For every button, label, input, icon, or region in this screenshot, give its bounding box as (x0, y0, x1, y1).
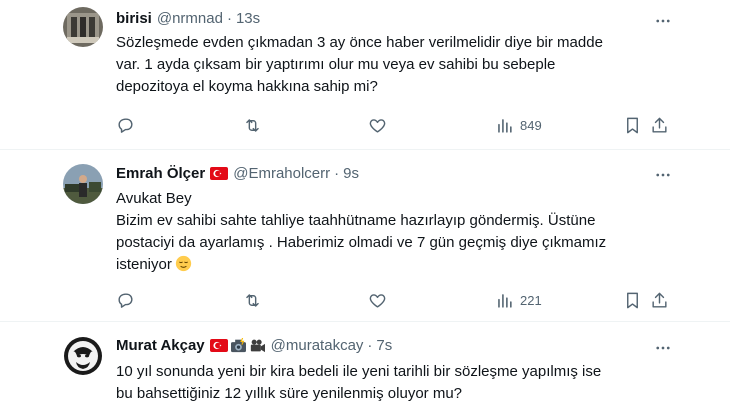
display-name[interactable]: Emrah Ölçer (116, 165, 205, 182)
tweet-text: Avukat Bey Bizim ev sahibi sahte tahliye… (116, 188, 607, 276)
separator-dot: · (334, 165, 340, 182)
user-handle[interactable]: @nrmnad (157, 10, 223, 27)
more-options-button[interactable] (652, 164, 674, 186)
share-button[interactable] (650, 291, 669, 310)
retweet-button[interactable] (243, 116, 262, 135)
tweet-header: birisi @nrmnad · 13s (116, 10, 260, 27)
views-chart-icon (498, 294, 512, 308)
views-button[interactable]: 849 (495, 116, 542, 135)
separator-dot: · (226, 10, 232, 27)
tweet-line: isteniyor (116, 256, 172, 273)
bookmark-button[interactable] (623, 116, 642, 135)
avatar[interactable] (63, 7, 103, 47)
tweet-1[interactable]: birisi @nrmnad · 13s Sözleşmede evden çı… (0, 0, 730, 150)
like-button[interactable] (368, 291, 387, 310)
separator-dot: · (367, 337, 373, 354)
tweet-line: depozitoya el koyma hakkına sahip mi? (116, 78, 378, 95)
tweet-line: bu bahsettiğiniz 12 yıllık süre yenilenm… (116, 385, 463, 402)
more-options-button[interactable] (652, 337, 674, 359)
relieved-face-emoji-icon (175, 255, 192, 272)
tweet-line: postaciyi da ayarlamış . Haberimiz olmad… (116, 234, 607, 251)
turkey-flag-icon (209, 339, 228, 352)
views-count: 849 (520, 118, 542, 133)
heart-icon (369, 294, 386, 308)
turkey-flag-icon (210, 167, 229, 180)
reply-icon (118, 118, 133, 133)
share-icon (652, 292, 667, 308)
reply-button[interactable] (116, 291, 135, 310)
tweet-line-last: isteniyor (116, 254, 566, 276)
share-button[interactable] (650, 116, 669, 135)
avatar[interactable] (63, 164, 103, 204)
views-chart-icon (498, 119, 512, 133)
tweet-line: 10 yıl sonunda yeni bir kira bedeli ile … (116, 363, 602, 380)
bookmark-button[interactable] (623, 291, 642, 310)
timestamp[interactable]: 13s (236, 10, 260, 27)
heart-icon (369, 119, 386, 133)
retweet-icon (246, 294, 259, 307)
tweet-text: Sözleşmede evden çıkmadan 3 ay önce habe… (116, 32, 603, 98)
views-count: 221 (520, 293, 542, 308)
timestamp[interactable]: 7s (376, 337, 392, 354)
tweet-3[interactable]: Murat Akçay @muratakcay · 7s 10 yıl sonu… (0, 322, 730, 420)
tweet-line: Sözleşmede evden çıkmadan 3 ay önce habe… (116, 34, 603, 51)
video-camera-icon (250, 339, 265, 353)
reply-icon (118, 293, 133, 308)
tweet-text: 10 yıl sonunda yeni bir kira bedeli ile … (116, 361, 602, 405)
display-name[interactable]: Murat Akçay (116, 337, 205, 354)
avatar[interactable] (63, 336, 103, 376)
share-icon (652, 117, 667, 133)
more-horizontal-icon (656, 19, 670, 23)
more-options-button[interactable] (652, 10, 674, 32)
tweet-line: Avukat Bey (116, 190, 192, 207)
views-button[interactable]: 221 (495, 291, 542, 310)
timestamp[interactable]: 9s (343, 165, 359, 182)
retweet-icon (246, 119, 259, 132)
more-horizontal-icon (656, 346, 670, 350)
bookmark-icon (627, 117, 638, 134)
reply-button[interactable] (116, 116, 135, 135)
user-handle[interactable]: @muratakcay (271, 337, 364, 354)
tweet-header: Emrah Ölçer @Emraholcerr · 9s (116, 165, 359, 182)
like-button[interactable] (368, 116, 387, 135)
tweet-line: Bizim ev sahibi sahte tahliye taahhütnam… (116, 212, 596, 229)
camera-flash-icon (230, 338, 246, 353)
tweet-header: Murat Akçay @muratakcay · 7s (116, 337, 392, 354)
user-handle[interactable]: @Emraholcerr (233, 165, 330, 182)
display-name[interactable]: birisi (116, 10, 152, 27)
tweet-actions: 221 (116, 291, 667, 311)
tweet-2[interactable]: Emrah Ölçer @Emraholcerr · 9s Avukat Bey… (0, 150, 730, 322)
bookmark-icon (627, 292, 638, 309)
retweet-button[interactable] (243, 291, 262, 310)
more-horizontal-icon (656, 173, 670, 177)
tweet-actions: 849 (116, 116, 667, 136)
tweet-line: var. 1 ayda çıksam bir yaptırımı olur mu… (116, 56, 556, 73)
